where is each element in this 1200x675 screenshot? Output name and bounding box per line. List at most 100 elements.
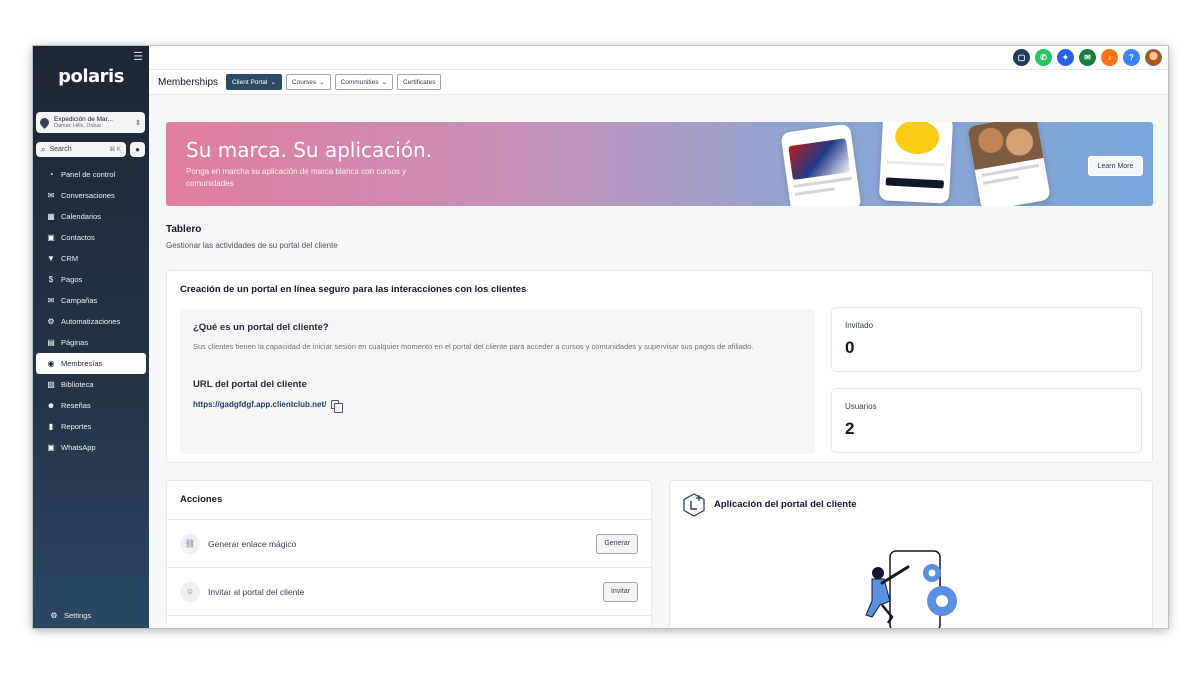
search-shortcut: ⌘ K [109,147,121,153]
tab-communities[interactable]: Communities ⌄ [334,74,393,90]
main-content: ▢ ✆ ✦ ✉ ♪ ? Memberships Client Portal ⌄ C… [149,46,1168,628]
sidebar: ☰ polaris Expedición de Mar... Damac Hil… [33,46,149,628]
reviews-icon: ☻ [46,401,56,410]
search-button[interactable]: ⌕ Search ⌘ K [36,142,126,157]
stat-users: Usuarios 2 [831,388,1142,453]
contacts-icon: ▣ [47,233,55,242]
sidebar-item-settings[interactable]: ⚙ Settings [39,605,143,626]
portal-info-box: ¿Qué es un portal del cliente? Sus clien… [180,309,815,454]
page-subtitle: Gestionar las actividades de su portal d… [166,241,338,250]
top-header: ▢ ✆ ✦ ✉ ♪ ? [149,46,1168,70]
tab-label: Certificates [402,78,436,86]
sidebar-item-calendarios[interactable]: ▦ Calendarios [36,206,146,227]
sidebar-item-pagos[interactable]: $ Pagos [36,269,146,290]
chevron-down-icon: ⌄ [319,79,325,86]
action-label: Generar enlace mágico [208,538,297,549]
sidebar-item-crm[interactable]: ▼ CRM [36,248,146,269]
actions-card: Acciones ⛓ Generar enlace mágico Generar… [166,480,652,628]
sidebar-item-label: Panel de control [61,170,116,179]
user-icon[interactable]: ● [130,142,145,157]
portal-url-label: URL del portal del cliente [193,379,307,390]
sidebar-item-contactos[interactable]: ▣ Contactos [36,227,146,248]
tab-client-portal[interactable]: Client Portal ⌄ [226,74,282,90]
location-switcher[interactable]: Expedición de Mar... Damac Hills, Dubai … [36,112,145,133]
pages-icon: ▤ [47,338,55,347]
avatar[interactable] [1145,49,1162,66]
tab-label: Courses [291,78,317,86]
action-row-next [167,615,651,628]
page-title: Tablero [166,224,202,235]
sidebar-item-conversaciones[interactable]: ✉ Conversaciones [36,185,146,206]
sidebar-item-automatizaciones[interactable]: ⚙ Automatizaciones [36,311,146,332]
campaigns-icon: ✉ [47,296,55,305]
sidebar-item-label: Membresías [61,359,103,368]
search-label: Search [49,146,72,153]
generate-button[interactable]: Generar [596,533,638,554]
action-row-invite: ☺ Invitar al portal del cliente Invitar [167,567,651,615]
app-window: ☰ polaris Expedición de Mar... Damac Hil… [33,46,1168,628]
sidebar-item-label: Contactos [61,233,95,242]
sidebar-item-label: Campañas [61,296,98,305]
portal-url-link[interactable]: https://gadgfdgf.app.clientclub.net/ [193,400,326,409]
tab-label: Client Portal [232,78,268,86]
sidebar-item-whatsapp[interactable]: ▣ WhatsApp [36,437,146,458]
chevron-down-icon: ⌄ [381,79,387,86]
phone-mockup-image [878,122,954,204]
chat-widget-icon[interactable]: ▢ [1013,49,1030,66]
sidebar-item-label: Reportes [61,422,92,431]
bell-icon[interactable]: ♪ [1101,49,1118,66]
tab-label: Communities [340,78,379,86]
tab-courses[interactable]: Courses ⌄ [285,74,331,90]
sidebar-item-label: Conversaciones [61,191,115,200]
app-card-heading: Aplicación del portal del cliente [714,499,857,510]
phone-icon[interactable]: ✆ [1035,49,1052,66]
sidebar-item-label: Settings [64,611,92,620]
library-icon: ▨ [47,380,55,389]
portal-url: https://gadgfdgf.app.clientclub.net/ [193,400,344,413]
sidebar-item-label: WhatsApp [61,443,96,452]
payments-icon: $ [48,275,54,284]
action-row-magic-link: ⛓ Generar enlace mágico Generar [167,519,651,567]
chat-icon: ✉ [47,191,55,200]
funnel-icon: ▼ [47,254,55,263]
promo-banner: Su marca. Su aplicación. Ponga en marcha… [166,122,1153,206]
portal-description: Sus clientes tienen la capacidad de inic… [193,342,754,351]
tab-certificates[interactable]: Certificates [396,74,442,90]
whatsapp-icon: ▣ [47,443,55,452]
sidebar-item-paginas[interactable]: ▤ Páginas [36,332,146,353]
location-pin-icon [38,116,51,129]
sidebar-nav: ◔ Panel de control ✉ Conversaciones ▦ Calen… [33,164,149,458]
sidebar-item-label: Páginas [61,338,89,347]
sidebar-item-reportes[interactable]: ▮ Reportes [36,416,146,437]
add-user-icon: ☺ [180,581,200,602]
automation-icon: ⚙ [47,317,55,326]
membership-icon: ◉ [47,359,55,368]
sidebar-item-label: Automatizaciones [61,317,121,326]
invite-button[interactable]: Invitar [602,581,638,602]
dashboard-icon: ◔ [48,170,54,179]
learn-more-button[interactable]: Learn More [1088,156,1143,176]
megaphone-icon[interactable]: ✉ [1079,49,1096,66]
help-icon[interactable]: ? [1123,49,1140,66]
sidebar-item-resenas[interactable]: ☻ Reseñas [36,395,146,416]
stat-value: 2 [845,419,855,438]
banner-subtitle: Ponga en marcha su aplicación de marca b… [186,167,407,188]
copy-icon[interactable] [331,400,344,413]
sidebar-item-membresias[interactable]: ◉ Membresías [36,353,146,374]
magic-icon[interactable]: ✦ [1057,49,1074,66]
search-icon: ⌕ [41,144,46,154]
stat-label: Invitado [845,321,874,330]
brand-logo: polaris [58,66,124,87]
client-portal-card: Creación de un portal en línea seguro pa… [166,270,1153,463]
banner-title: Su marca. Su aplicación. [186,138,433,162]
sidebar-item-panel-de-control[interactable]: ◔ Panel de control [36,164,146,185]
sidebar-item-campanas[interactable]: ✉ Campañas [36,290,146,311]
sidebar-item-label: Biblioteca [61,380,94,389]
portal-card-heading: Creación de un portal en línea seguro pa… [180,284,527,295]
calendar-icon: ▦ [47,212,55,221]
gear-icon: ⚙ [50,611,58,620]
sidebar-item-biblioteca[interactable]: ▨ Biblioteca [36,374,146,395]
reports-icon: ▮ [48,422,54,431]
stat-label: Usuarios [845,402,877,411]
menu-toggle-icon[interactable]: ☰ [133,50,143,63]
